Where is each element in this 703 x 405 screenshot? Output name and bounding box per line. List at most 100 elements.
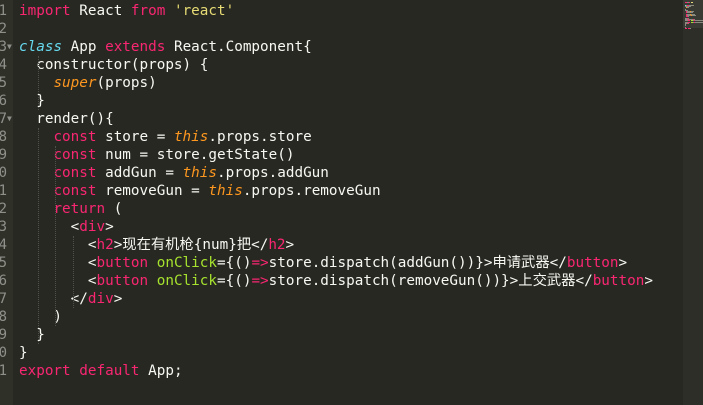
code-token: (props) <box>96 75 157 91</box>
code-token: .props.removeGun <box>242 183 381 199</box>
code-token: React.Component{ <box>165 39 312 55</box>
code-token: } <box>19 327 45 343</box>
code-token: class <box>19 39 63 55</box>
line-number: 2 <box>0 21 7 37</box>
minimap-line <box>689 2 690 3</box>
line-number: 12 <box>0 201 7 217</box>
line-number: 16 <box>0 273 7 289</box>
code-token: addGun = <box>96 165 183 181</box>
code-token: => <box>251 255 269 271</box>
code-token: } <box>19 93 45 109</box>
code-area[interactable]: import React from 'react' class App exten… <box>19 0 683 405</box>
code-token: store.dispatch(addGun())}>申请武器</ <box>268 255 567 271</box>
code-token: ( <box>105 201 123 217</box>
fold-toggle-icon[interactable]: ▼ <box>7 38 15 56</box>
code-line[interactable]: </div> <box>19 290 123 308</box>
minimap-line <box>692 15 696 16</box>
line-number: 5 <box>0 75 7 91</box>
code-line[interactable]: const store = this.props.store <box>19 128 312 146</box>
code-line[interactable]: <div> <box>19 218 114 236</box>
line-number: 9 <box>0 147 7 163</box>
code-token: export <box>19 363 71 379</box>
line-number-gutter: 123▼4567▼89101112131415161718192021 <box>0 0 13 405</box>
code-token: render(){ <box>19 111 114 127</box>
code-line[interactable]: export default App; <box>19 362 183 380</box>
line-number: 17 <box>0 291 7 307</box>
code-token: this <box>182 165 217 181</box>
code-token: store = <box>96 129 174 145</box>
code-line[interactable]: render(){ <box>19 110 114 128</box>
code-token: button <box>566 255 619 271</box>
code-token: removeGun = <box>96 183 209 199</box>
code-token: 'react' <box>173 3 235 19</box>
code-token: ={() <box>217 255 252 271</box>
code-token: > <box>105 219 114 235</box>
code-token: button <box>592 273 645 289</box>
code-token: h2 <box>268 237 286 253</box>
code-line[interactable]: class App extends React.Component{ <box>19 38 312 56</box>
code-token: < <box>19 237 97 253</box>
code-line[interactable]: } <box>19 344 28 362</box>
code-line[interactable]: } <box>19 92 45 110</box>
line-number: 3 <box>0 39 7 55</box>
code-token: .props.store <box>208 129 312 145</box>
code-token: h2 <box>96 237 114 253</box>
code-token: } <box>19 345 28 361</box>
code-token: > <box>113 291 123 307</box>
code-line[interactable]: <button onClick={()=>store.dispatch(remo… <box>19 272 653 290</box>
line-number: 18 <box>0 309 7 325</box>
line-number: 1 <box>0 3 7 19</box>
minimap-line <box>695 21 703 23</box>
code-line[interactable]: } <box>19 326 45 344</box>
fold-toggle-icon[interactable]: ▼ <box>7 110 15 128</box>
code-line[interactable]: super(props) <box>19 74 157 92</box>
line-number: 4 <box>0 57 7 73</box>
code-token: this <box>208 183 243 199</box>
line-number: 21 <box>0 363 7 379</box>
code-line[interactable]: constructor(props) { <box>19 56 208 74</box>
code-token: React <box>70 3 131 19</box>
line-number: 20 <box>0 345 7 361</box>
code-editor[interactable]: 123▼4567▼89101112131415161718192021 impo… <box>0 0 703 405</box>
indent-guide <box>55 146 57 326</box>
code-line[interactable]: const addGun = this.props.addGun <box>19 164 328 182</box>
code-token: extends <box>105 39 166 55</box>
code-token: constructor(props) { <box>19 57 209 73</box>
code-token: App <box>62 39 106 55</box>
line-number: 13 <box>0 219 7 235</box>
code-token: onClick <box>156 255 217 271</box>
code-line[interactable]: import React from 'react' <box>19 2 234 20</box>
minimap-line <box>690 28 691 29</box>
code-token: ={() <box>217 273 252 289</box>
code-line[interactable]: const removeGun = this.props.removeGun <box>19 182 381 200</box>
code-token: div <box>87 291 114 307</box>
code-token: from <box>130 3 166 19</box>
code-token: button <box>96 273 149 289</box>
code-token: onClick <box>156 273 217 289</box>
code-token: >现在有机枪{num}把</ <box>113 237 269 253</box>
minimap[interactable] <box>683 0 703 405</box>
code-token: button <box>96 255 149 271</box>
code-line[interactable]: <h2>现在有机枪{num}把</h2> <box>19 236 294 254</box>
indent-guide <box>72 236 74 308</box>
line-number: 15 <box>0 255 7 271</box>
code-line[interactable]: const num = store.getState() <box>19 146 294 164</box>
code-line[interactable]: <button onClick={()=>store.dispatch(addG… <box>19 254 627 272</box>
code-token: store.dispatch(removeGun())}>上交武器</ <box>268 273 593 289</box>
code-token: </ <box>19 291 88 307</box>
code-token: < <box>19 219 80 235</box>
code-token: > <box>285 237 295 253</box>
code-token: App; <box>139 363 183 379</box>
code-token: const <box>53 129 97 145</box>
code-line[interactable]: return ( <box>19 200 122 218</box>
minimap-line <box>688 22 689 24</box>
line-number: 11 <box>0 183 7 199</box>
